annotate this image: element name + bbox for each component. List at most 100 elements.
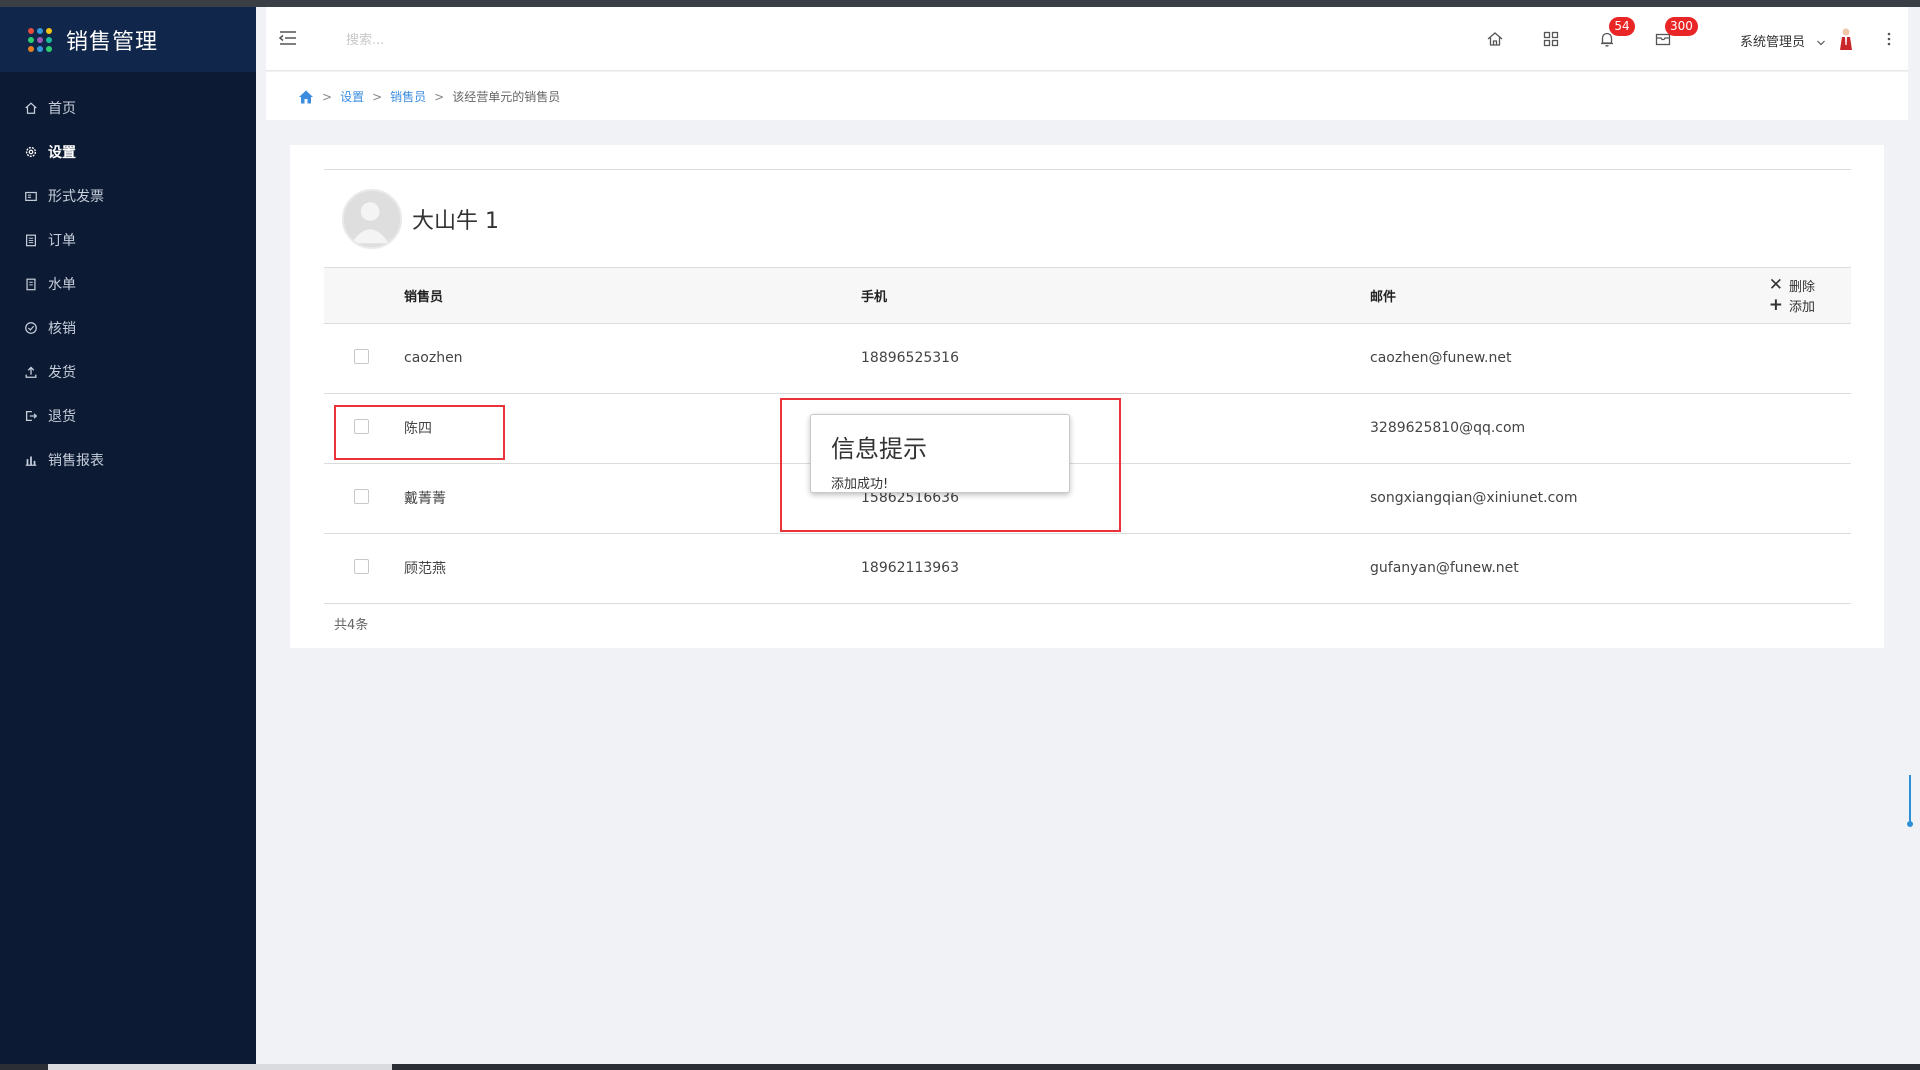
avatar — [342, 188, 402, 249]
logo-dot — [37, 27, 43, 34]
apps-icon[interactable] — [1541, 29, 1561, 49]
highlight-box-new-row — [334, 405, 505, 460]
cell-name: caozhen — [404, 323, 861, 394]
bell-icon[interactable]: 54 — [1597, 17, 1635, 49]
row-check-cell — [324, 463, 404, 534]
breadcrumb-salespersons[interactable]: 销售员 — [390, 88, 426, 105]
chevron-down-icon[interactable] — [1816, 33, 1826, 46]
row-check-cell — [324, 533, 404, 604]
logo-dot — [37, 36, 43, 43]
sidebar-item-label: 首页 — [48, 101, 76, 117]
logo-dot — [46, 27, 52, 34]
logo-dot — [28, 36, 34, 43]
cell-email: caozhen@funew.net — [1370, 323, 1851, 394]
row-checkbox[interactable] — [354, 488, 369, 504]
dialog-message: 添加成功! — [831, 477, 889, 492]
home-icon — [24, 101, 38, 115]
table-row: 顾范燕 18962113963 gufanyan@funew.net — [324, 533, 1851, 604]
logo-dot — [46, 36, 52, 43]
row-check-cell — [324, 323, 404, 394]
sidebar-item-label: 形式发票 — [48, 189, 104, 205]
total-count: 共4条 — [334, 617, 369, 633]
info-dialog: 信息提示 添加成功! — [810, 414, 1070, 493]
clipboard-icon — [24, 233, 38, 247]
notifications-badge: 54 — [1609, 17, 1635, 36]
user-name[interactable]: 系统管理员 — [1740, 31, 1805, 50]
sidebar-item-label: 退货 — [48, 409, 76, 425]
sidebar-item-invoice[interactable]: 形式发票 — [0, 174, 256, 218]
table-actions: ✕ 删除 + 添加 — [1650, 268, 1851, 324]
cell-email: 3289625810@qq.com — [1370, 393, 1851, 464]
sidebar: 销售管理 首页 设置 形式发票 订单 水单 核销 发货 退货 销售报表 — [0, 7, 256, 1064]
taskbar-segment — [48, 1064, 392, 1070]
bar-chart-icon — [24, 453, 38, 467]
delete-button[interactable]: ✕ 删除 — [1769, 275, 1815, 295]
cell-phone: 18896525316 — [861, 323, 1370, 394]
app-title: 销售管理 — [66, 29, 159, 55]
column-header-name: 销售员 — [404, 268, 861, 324]
sidebar-item-sales-report[interactable]: 销售报表 — [0, 438, 256, 482]
sidebar-item-home[interactable]: 首页 — [0, 86, 256, 130]
delete-label: 删除 — [1788, 279, 1815, 295]
upload-icon — [24, 365, 38, 379]
column-header-email: 邮件 — [1370, 268, 1650, 324]
sidebar-item-label: 订单 — [48, 233, 76, 249]
window-top-strip — [0, 0, 1920, 7]
sidebar-item-returns[interactable]: 退货 — [0, 394, 256, 438]
sidebar-item-receipt[interactable]: 水单 — [0, 262, 256, 306]
column-header-phone: 手机 — [861, 268, 1370, 324]
row-checkbox[interactable] — [354, 348, 369, 364]
sidebar-item-orders[interactable]: 订单 — [0, 218, 256, 262]
receipt-icon — [24, 277, 38, 291]
logo-dot — [28, 45, 34, 52]
breadcrumb-separator: > — [322, 89, 333, 104]
messages-badge: 300 — [1665, 17, 1698, 36]
window-bottom-strip — [0, 1064, 1920, 1070]
sidebar-item-label: 设置 — [48, 145, 76, 161]
sidebar-item-label: 水单 — [48, 277, 76, 293]
cell-email: gufanyan@funew.net — [1370, 533, 1851, 604]
apps-grid-icon — [28, 27, 52, 52]
sidebar-item-label: 发货 — [48, 365, 76, 381]
add-button[interactable]: + 添加 — [1769, 295, 1815, 315]
mail-icon[interactable]: 300 — [1653, 17, 1698, 49]
user-avatar-icon[interactable] — [1838, 27, 1854, 51]
top-header: 54 300 系统管理员 — [266, 7, 1908, 71]
logout-icon — [24, 409, 38, 423]
search-input[interactable] — [346, 29, 606, 51]
sidebar-item-label: 核销 — [48, 321, 76, 337]
scrollbar-thumb[interactable] — [1907, 775, 1913, 829]
breadcrumb-settings[interactable]: 设置 — [340, 88, 364, 105]
cell-name: 顾范燕 — [404, 533, 861, 604]
breadcrumb-separator: > — [434, 89, 445, 104]
breadcrumb-current: 该经营单元的销售员 — [452, 90, 561, 104]
sidebar-item-shipping[interactable]: 发货 — [0, 350, 256, 394]
invoice-icon — [24, 189, 38, 203]
sidebar-nav: 首页 设置 形式发票 订单 水单 核销 发货 退货 销售报表 — [0, 86, 256, 482]
breadcrumb-bar: > 设置 > 销售员 > 该经营单元的销售员 — [266, 72, 1908, 120]
row-checkbox[interactable] — [354, 558, 369, 574]
menu-toggle-icon[interactable] — [278, 29, 298, 47]
home-icon[interactable] — [1485, 29, 1505, 49]
brand[interactable]: 销售管理 — [0, 7, 256, 72]
table-row: caozhen 18896525316 caozhen@funew.net — [324, 323, 1851, 394]
check-circle-icon — [24, 321, 38, 335]
logo-dot — [37, 45, 43, 52]
sidebar-item-writeoff[interactable]: 核销 — [0, 306, 256, 350]
profile-header: 大山牛 1 — [324, 170, 1851, 268]
breadcrumb: > 设置 > 销售员 > 该经营单元的销售员 — [298, 88, 560, 105]
logo-dot — [46, 45, 52, 52]
content-card: 大山牛 1 销售员 手机 邮件 ✕ 删除 + 添加 caozhen 188965… — [290, 145, 1884, 648]
sidebar-item-label: 销售报表 — [48, 453, 104, 469]
close-icon: ✕ — [1768, 275, 1783, 296]
sidebar-item-settings[interactable]: 设置 — [0, 130, 256, 174]
header-check-spacer — [324, 268, 404, 324]
table-header-row: 销售员 手机 邮件 ✕ 删除 + 添加 — [324, 268, 1851, 324]
more-vertical-icon[interactable] — [1886, 29, 1892, 49]
breadcrumb-separator: > — [372, 89, 383, 104]
plus-icon: + — [1768, 295, 1783, 316]
cell-email: songxiangqian@xiniunet.com — [1370, 463, 1851, 534]
logo-dot — [28, 27, 34, 34]
cell-phone: 18962113963 — [861, 533, 1370, 604]
home-icon[interactable] — [298, 89, 314, 105]
